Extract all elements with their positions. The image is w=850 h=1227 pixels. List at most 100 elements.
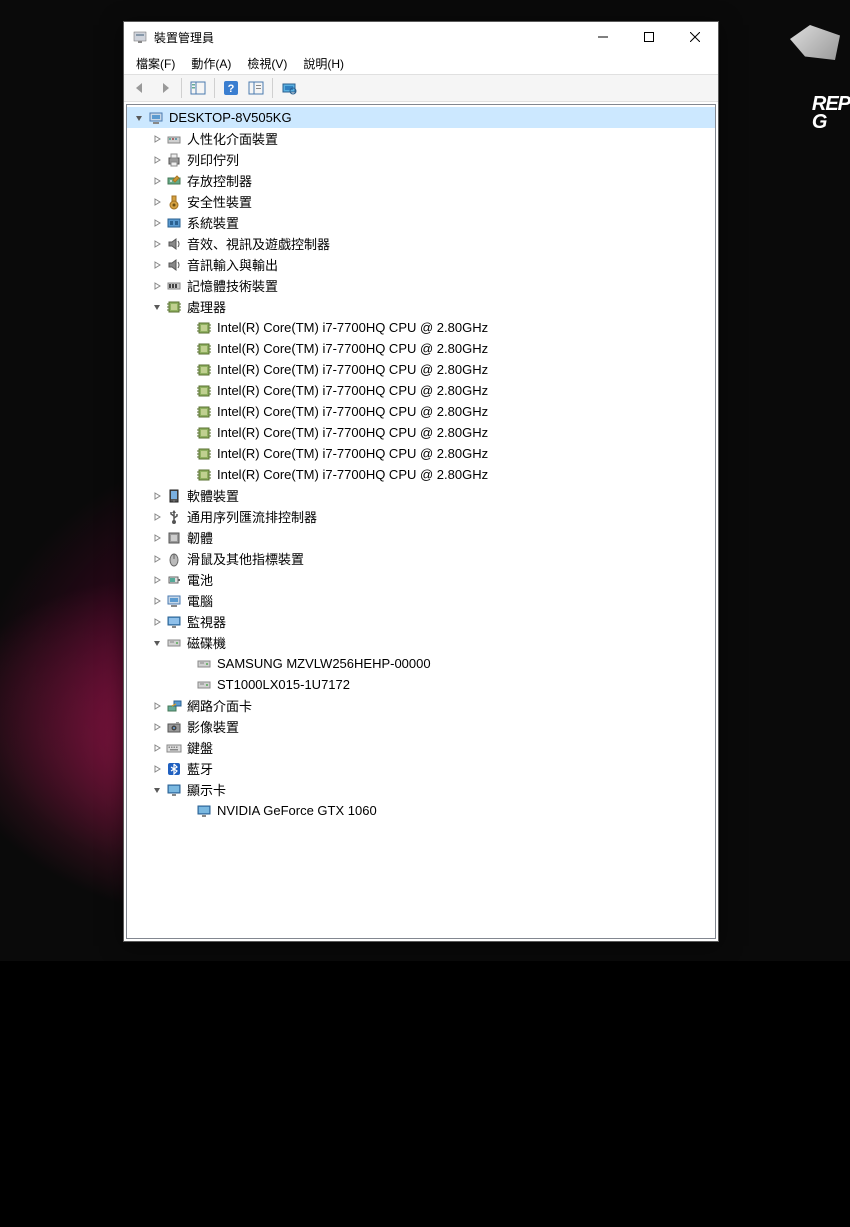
tree-category[interactable]: 磁碟機	[127, 632, 715, 653]
window-title: 裝置管理員	[154, 29, 580, 46]
expander-icon[interactable]	[149, 782, 165, 798]
node-label: 安全性裝置	[187, 192, 252, 211]
tree-device[interactable]: Intel(R) Core(TM) i7-7700HQ CPU @ 2.80GH…	[127, 443, 715, 464]
tree-root[interactable]: DESKTOP-8V505KG	[127, 107, 715, 128]
tree-device[interactable]: ST1000LX015-1U7172	[127, 674, 715, 695]
tree-device[interactable]: Intel(R) Core(TM) i7-7700HQ CPU @ 2.80GH…	[127, 401, 715, 422]
expander-icon[interactable]	[149, 719, 165, 735]
node-label: 鍵盤	[187, 738, 213, 757]
tree-category[interactable]: 列印佇列	[127, 149, 715, 170]
tree-category[interactable]: 藍牙	[127, 758, 715, 779]
expander-icon[interactable]	[149, 530, 165, 546]
tree-category[interactable]: 處理器	[127, 296, 715, 317]
keyboard-icon	[165, 739, 183, 757]
minimize-button[interactable]	[580, 22, 626, 52]
toolbar-separator	[214, 78, 215, 98]
software-icon	[165, 487, 183, 505]
menubar: 檔案(F) 動作(A) 檢視(V) 說明(H)	[124, 52, 718, 74]
scan-hardware-button[interactable]	[277, 76, 301, 100]
expander-icon[interactable]	[149, 131, 165, 147]
node-label: 記憶體技術裝置	[187, 276, 278, 295]
properties-button[interactable]	[244, 76, 268, 100]
expander-icon[interactable]	[131, 110, 147, 126]
cpu-icon	[195, 403, 213, 421]
tree-device[interactable]: Intel(R) Core(TM) i7-7700HQ CPU @ 2.80GH…	[127, 380, 715, 401]
expander-icon[interactable]	[149, 761, 165, 777]
tree-category[interactable]: 影像裝置	[127, 716, 715, 737]
expander-icon[interactable]	[149, 740, 165, 756]
usb-icon	[165, 508, 183, 526]
gpu-icon	[195, 802, 213, 820]
tree-device[interactable]: Intel(R) Core(TM) i7-7700HQ CPU @ 2.80GH…	[127, 464, 715, 485]
tree-category[interactable]: 存放控制器	[127, 170, 715, 191]
expander-icon[interactable]	[149, 299, 165, 315]
device-tree[interactable]: DESKTOP-8V505KG 人性化介面裝置 列印佇列 存放控制器 安全性裝置…	[126, 104, 716, 939]
node-label: 音效、視訊及遊戯控制器	[187, 234, 330, 253]
node-label: 滑鼠及其他指標裝置	[187, 549, 304, 568]
help-button[interactable]: ?	[219, 76, 243, 100]
expander-icon[interactable]	[149, 215, 165, 231]
node-label: 磁碟機	[187, 633, 226, 652]
cpu-icon	[195, 424, 213, 442]
node-label: Intel(R) Core(TM) i7-7700HQ CPU @ 2.80GH…	[217, 467, 488, 482]
maximize-button[interactable]	[626, 22, 672, 52]
tree-device[interactable]: NVIDIA GeForce GTX 1060	[127, 800, 715, 821]
node-label: 網路介面卡	[187, 696, 252, 715]
back-button[interactable]	[128, 76, 152, 100]
tree-category[interactable]: 人性化介面裝置	[127, 128, 715, 149]
tree-category[interactable]: 顯示卡	[127, 779, 715, 800]
tree-category[interactable]: 滑鼠及其他指標裝置	[127, 548, 715, 569]
tree-device[interactable]: Intel(R) Core(TM) i7-7700HQ CPU @ 2.80GH…	[127, 338, 715, 359]
tree-category[interactable]: 安全性裝置	[127, 191, 715, 212]
expander-icon[interactable]	[149, 173, 165, 189]
tree-device[interactable]: SAMSUNG MZVLW256HEHP-00000	[127, 653, 715, 674]
tree-category[interactable]: 系統裝置	[127, 212, 715, 233]
expander-icon[interactable]	[149, 614, 165, 630]
battery-icon	[165, 571, 183, 589]
node-label: NVIDIA GeForce GTX 1060	[217, 803, 377, 818]
forward-button[interactable]	[153, 76, 177, 100]
node-label: Intel(R) Core(TM) i7-7700HQ CPU @ 2.80GH…	[217, 362, 488, 377]
tree-category[interactable]: 通用序列匯流排控制器	[127, 506, 715, 527]
tree-category[interactable]: 監視器	[127, 611, 715, 632]
tree-category[interactable]: 鍵盤	[127, 737, 715, 758]
tree-category[interactable]: 音效、視訊及遊戯控制器	[127, 233, 715, 254]
tree-category[interactable]: 韌體	[127, 527, 715, 548]
tree-device[interactable]: Intel(R) Core(TM) i7-7700HQ CPU @ 2.80GH…	[127, 422, 715, 443]
network-icon	[165, 697, 183, 715]
node-label: 軟體裝置	[187, 486, 239, 505]
node-label: Intel(R) Core(TM) i7-7700HQ CPU @ 2.80GH…	[217, 404, 488, 419]
show-hide-console-button[interactable]	[186, 76, 210, 100]
expander-icon[interactable]	[149, 278, 165, 294]
expander-icon[interactable]	[149, 551, 165, 567]
node-label: SAMSUNG MZVLW256HEHP-00000	[217, 656, 431, 671]
tree-category[interactable]: 電池	[127, 569, 715, 590]
tree-device[interactable]: Intel(R) Core(TM) i7-7700HQ CPU @ 2.80GH…	[127, 359, 715, 380]
expander-icon[interactable]	[149, 257, 165, 273]
expander-icon[interactable]	[149, 152, 165, 168]
expander-icon[interactable]	[149, 635, 165, 651]
expander-icon[interactable]	[149, 194, 165, 210]
close-button[interactable]	[672, 22, 718, 52]
toolbar-separator	[181, 78, 182, 98]
menu-view[interactable]: 檢視(V)	[239, 53, 295, 74]
tree-category[interactable]: 記憶體技術裝置	[127, 275, 715, 296]
expander-icon[interactable]	[149, 698, 165, 714]
expander-icon[interactable]	[149, 509, 165, 525]
tree-category[interactable]: 音訊輸入與輸出	[127, 254, 715, 275]
menu-help[interactable]: 說明(H)	[295, 53, 352, 74]
computer-icon	[147, 109, 165, 127]
cpu-icon	[195, 466, 213, 484]
tree-category[interactable]: 軟體裝置	[127, 485, 715, 506]
tree-device[interactable]: Intel(R) Core(TM) i7-7700HQ CPU @ 2.80GH…	[127, 317, 715, 338]
tree-category[interactable]: 電腦	[127, 590, 715, 611]
expander-icon[interactable]	[149, 236, 165, 252]
expander-icon[interactable]	[149, 593, 165, 609]
expander-icon[interactable]	[149, 488, 165, 504]
tree-category[interactable]: 網路介面卡	[127, 695, 715, 716]
expander-icon[interactable]	[149, 572, 165, 588]
cpu-icon	[195, 361, 213, 379]
menu-action[interactable]: 動作(A)	[183, 53, 239, 74]
menu-file[interactable]: 檔案(F)	[128, 53, 183, 74]
titlebar[interactable]: 裝置管理員	[124, 22, 718, 52]
